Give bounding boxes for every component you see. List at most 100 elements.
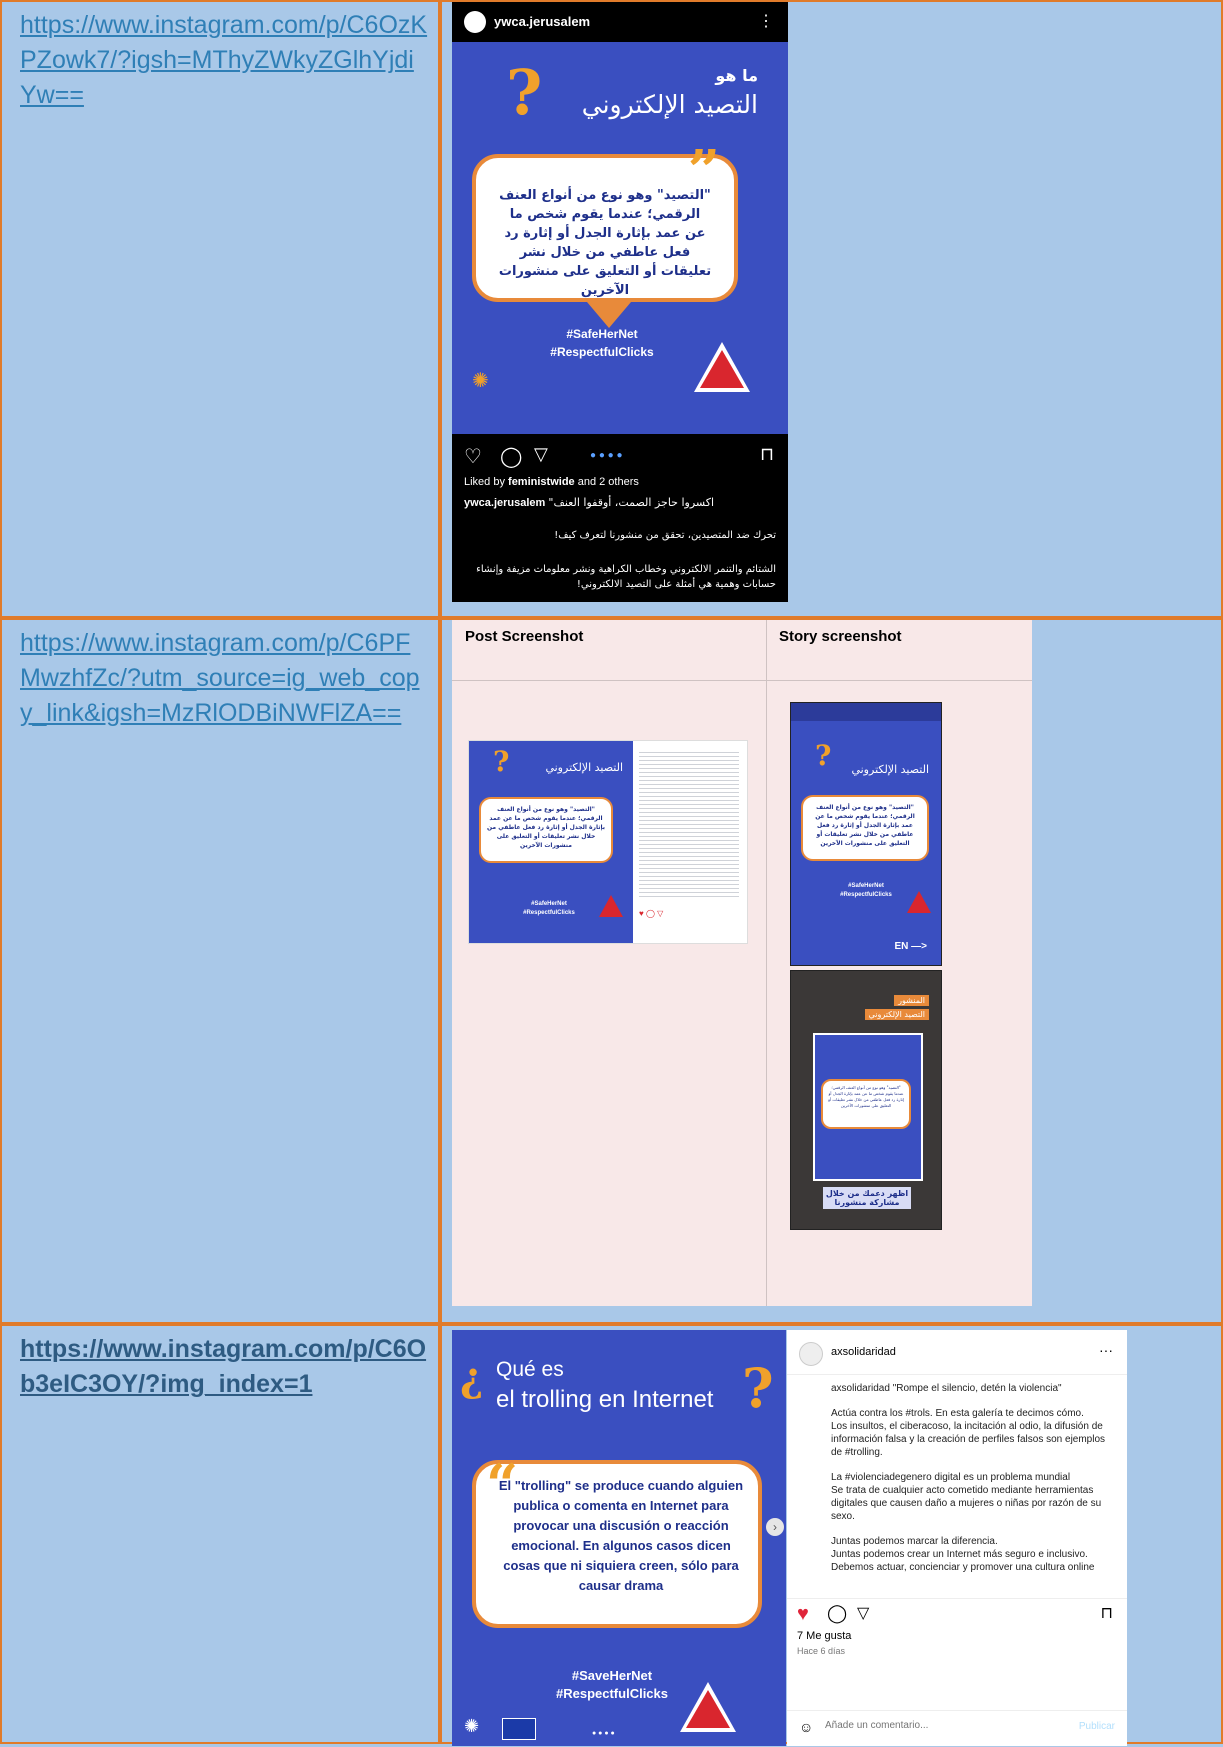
caption-p2: Los insultos, el ciberacoso, la incitaci… bbox=[831, 1421, 1106, 1458]
story1-question-icon: ? bbox=[815, 739, 832, 772]
post3-warning-icon bbox=[680, 1682, 736, 1732]
story2-label2: التصيد الإلكتروني bbox=[864, 1009, 929, 1020]
post1-actions: ♡ ◯ ▽ ● ● ● ● ⊓ bbox=[452, 442, 788, 472]
document-table: https://www.instagram.com/p/C6OzKPZowk7/… bbox=[0, 0, 1223, 1746]
post3-account[interactable]: axsolidaridad bbox=[831, 1346, 896, 1358]
post1-graphic: ? ما هو التصيد الإلكتروني ” "التصيد" وهو… bbox=[452, 42, 788, 434]
warning-icon bbox=[694, 342, 750, 392]
row1-link-cell: https://www.instagram.com/p/C6OzKPZowk7/… bbox=[0, 0, 440, 618]
post3-caption: axsolidaridad "Rompe el silencio, detén … bbox=[831, 1382, 1117, 1592]
comment-input[interactable] bbox=[823, 1719, 1047, 1732]
next-arrow-icon[interactable]: › bbox=[766, 1518, 784, 1536]
post3-panel: axsolidaridad ··· axsolidaridad "Rompe e… bbox=[787, 1330, 1127, 1746]
question-mark-icon: ? bbox=[506, 56, 543, 129]
story2-quote: "التصيد" وهو نوع من أنواع العنف الرقمي؛ … bbox=[828, 1085, 904, 1108]
post1-title-big: التصيد الإلكتروني bbox=[581, 90, 758, 119]
post-screenshot-thumb: ? التصيد الإلكتروني "التصيد" وهو نوع من … bbox=[468, 740, 748, 944]
header-divider bbox=[452, 680, 1032, 681]
post3-comment-bar: ☺ Publicar bbox=[787, 1710, 1127, 1747]
row1-link[interactable]: https://www.instagram.com/p/C6OzKPZowk7/… bbox=[20, 8, 430, 113]
caption-account[interactable]: ywca.jerusalem bbox=[464, 497, 545, 509]
post3-actions: ♥ ◯ ▽ ⊓ bbox=[787, 1598, 1127, 1629]
post3-title1: Qué es bbox=[496, 1358, 564, 1381]
col-header-post: Post Screenshot bbox=[465, 628, 584, 645]
caption-l3: Debemos actuar, concienciar y promover u… bbox=[831, 1562, 1095, 1573]
post1-account[interactable]: ywca.jerusalem bbox=[494, 14, 590, 29]
column-divider bbox=[766, 620, 767, 1306]
story1-hashtag2: #RespectfulClicks bbox=[840, 892, 892, 898]
story-screenshot-2: المنشور التصيد الإلكتروني "التصيد" وهو ن… bbox=[790, 970, 942, 1230]
thumb-hashtag1: #SafeHerNet bbox=[531, 901, 567, 907]
liked-user[interactable]: feministwide bbox=[508, 476, 575, 488]
post3-save-icon[interactable]: ⊓ bbox=[1101, 1603, 1113, 1623]
bubble-tail bbox=[587, 302, 631, 328]
thumb-question-icon: ? bbox=[493, 745, 510, 778]
more-icon[interactable]: ⋮ bbox=[758, 11, 774, 31]
thumb-actions: ♥ ◯ ▽ bbox=[639, 909, 664, 918]
thumb-warning-icon bbox=[599, 895, 623, 917]
post1-caption-3: الشتائم والتنمر الالكتروني وخطاب الكراهي… bbox=[476, 564, 776, 590]
avatar[interactable] bbox=[464, 11, 486, 33]
post3-hashtag1: #SaveHerNet bbox=[571, 1668, 653, 1683]
row2-link-cell: https://www.instagram.com/p/C6PFMwzhfZc/… bbox=[0, 618, 440, 1324]
emoji-icon[interactable]: ☺ bbox=[799, 1719, 813, 1735]
row2-image-cell: Post Screenshot Story screenshot ? التصي… bbox=[440, 618, 1223, 1324]
story1-title: التصيد الإلكتروني bbox=[851, 763, 929, 776]
post3-carousel-dots: ● ● ● ● bbox=[592, 1730, 615, 1737]
story2-embedded-post: "التصيد" وهو نوع من أنواع العنف الرقمي؛ … bbox=[813, 1033, 923, 1181]
post1-caption-1: ywca.jerusalem "اكسروا حاجز الصمت، أوقفو… bbox=[464, 496, 774, 509]
post3-logo-icon: ✺ bbox=[464, 1716, 480, 1736]
row1-image-cell: ywca.jerusalem ⋮ ? ما هو التصيد الإلكترو… bbox=[440, 0, 1223, 618]
post1-hashtag1: #SafeHerNet bbox=[566, 327, 638, 341]
story1-quote: "التصيد" وهو نوع من أنواع العنف الرقمي؛ … bbox=[815, 804, 915, 847]
row3-link[interactable]: https://www.instagram.com/p/C6Ob3eIC3OY/… bbox=[20, 1332, 430, 1402]
caption-l1: Juntas podemos marcar la diferencia. bbox=[831, 1536, 998, 1547]
caption-l2: Juntas podemos crear un Internet más seg… bbox=[831, 1549, 1088, 1560]
post3-more-icon[interactable]: ··· bbox=[1099, 1342, 1113, 1358]
comment-icon[interactable]: ◯ bbox=[500, 444, 522, 469]
publish-button[interactable]: Publicar bbox=[1079, 1721, 1115, 1732]
post3-question-icon-left: ¿ bbox=[460, 1354, 484, 1401]
story2-label1: المنشور bbox=[894, 995, 929, 1006]
post3-share-icon[interactable]: ▽ bbox=[857, 1603, 869, 1623]
story2-bubble: "التصيد" وهو نوع من أنواع العنف الرقمي؛ … bbox=[821, 1079, 911, 1129]
share-icon[interactable]: ▽ bbox=[534, 444, 548, 465]
post3-quote-bubble: “ El "trolling" se produce cuando alguie… bbox=[472, 1452, 762, 1628]
caption-p3b: Se trata de cualquier acto cometido medi… bbox=[831, 1485, 1102, 1522]
heart-icon[interactable]: ♡ bbox=[464, 444, 482, 469]
liked-prefix: Liked by bbox=[464, 476, 509, 488]
row2-link[interactable]: https://www.instagram.com/p/C6PFMwzhfZc/… bbox=[20, 626, 430, 731]
caption-head-text: "Rompe el silencio, detén la violencia" bbox=[892, 1383, 1062, 1394]
row3-link-cell: https://www.instagram.com/p/C6Ob3eIC3OY/… bbox=[0, 1324, 440, 1744]
story1-topbar bbox=[791, 703, 941, 721]
screenshot-table: Post Screenshot Story screenshot ? التصي… bbox=[452, 620, 1032, 1306]
thumb-caption-lines bbox=[639, 749, 739, 899]
post1-header: ywca.jerusalem ⋮ bbox=[452, 2, 788, 42]
post3-comment-icon[interactable]: ◯ bbox=[827, 1603, 847, 1624]
story1-hashtag1: #SafeHerNet bbox=[848, 883, 884, 889]
caption-p1: Actúa contra los #trols. En esta galería… bbox=[831, 1408, 1084, 1419]
carousel-dots: ● ● ● ● bbox=[590, 450, 623, 461]
save-icon[interactable]: ⊓ bbox=[760, 444, 774, 465]
story-screenshot-1: ? التصيد الإلكتروني "التصيد" وهو نوع من … bbox=[790, 702, 942, 966]
logo-icon: ✺ bbox=[472, 370, 489, 392]
post1-quote: "التصيد" وهو نوع من أنواع العنف الرقمي؛ … bbox=[498, 188, 712, 298]
post1-likes: Liked by feministwide and 2 others bbox=[464, 476, 639, 488]
post3-hashtag2: #RespectfulClicks bbox=[556, 1686, 668, 1701]
row3-image-cell: Qué es el trolling en Internet ¿ ? “ El … bbox=[440, 1324, 1223, 1746]
caption-head: axsolidaridad "Rompe el silencio, detén … bbox=[831, 1382, 1117, 1395]
post3-quote: El "trolling" se produce cuando alguien … bbox=[498, 1478, 744, 1593]
post1-title-small: ما هو bbox=[715, 66, 758, 85]
caption-line1: "اكسروا حاجز الصمت، أوقفوا العنف bbox=[548, 496, 715, 509]
post1-hashtag2: #RespectfulClicks bbox=[550, 345, 654, 359]
caption-account[interactable]: axsolidaridad bbox=[831, 1383, 890, 1394]
eu-flag-icon bbox=[502, 1718, 536, 1740]
col-header-story: Story screenshot bbox=[779, 628, 902, 645]
thumb-hashtag2: #RespectfulClicks bbox=[523, 910, 575, 916]
thumb-title: التصيد الإلكتروني bbox=[545, 761, 623, 774]
post3-heart-icon[interactable]: ♥ bbox=[797, 1603, 809, 1626]
post3-avatar[interactable] bbox=[799, 1342, 823, 1366]
story1-en-label: EN —> bbox=[894, 941, 927, 952]
story1-warning-icon bbox=[907, 891, 931, 913]
post3-likes: 7 Me gusta bbox=[797, 1630, 852, 1642]
